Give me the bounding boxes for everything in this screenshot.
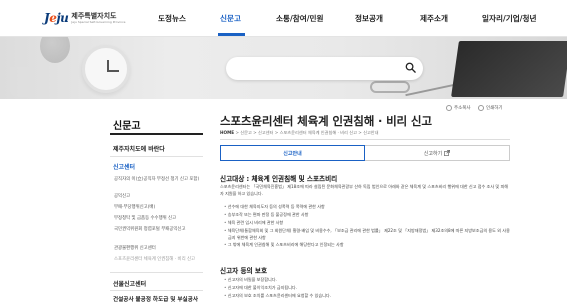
search-input[interactable] [236, 60, 396, 77]
clock-decoration [82, 45, 130, 93]
copy-address-button[interactable]: 주소복사 [446, 105, 471, 111]
sidebar-subitem-sports-ethics[interactable]: 스포츠윤리센터 체육계 인권침해 · 비리 신고 [114, 256, 202, 264]
gnb-item-news[interactable]: 도정뉴스 [158, 13, 186, 24]
target-list-item: 승부조작 또는 편파 판정 등 불공정에 관한 사항 [223, 212, 510, 219]
pen-decoration [405, 83, 455, 97]
sidebar-item-construction[interactable]: 건설공사 불공정 하도급 및 부실공사 [113, 295, 198, 303]
protection-list-item: 신고자의 보호 조치를 스포츠윤리센터에 요청할 수 있습니다. [223, 293, 510, 300]
tab-report-submit-label: 신고하기 [423, 150, 443, 157]
print-icon [478, 105, 484, 111]
section-intro-text: 스포츠윤리센터는 「국민체육진흥법」 제18조에 따라 설립된 문화체육관광부 … [220, 184, 508, 196]
sidebar-title-rule [110, 133, 203, 135]
protection-list-item: 신고자에 대한 불이익조치가 금지됩니다. [223, 285, 510, 292]
site-header: Jeju 제주특별자치도 Jeju Special Self-Governing… [0, 0, 567, 37]
sidebar-subitem-solicitation[interactable]: 부정청탁 및 금품등 수수행위 신고 [114, 215, 202, 223]
tab-report-guide-label: 신고안내 [283, 150, 302, 157]
plant-decoration [40, 37, 70, 63]
glasses-decoration [370, 81, 410, 93]
gnb-item-open-info[interactable]: 정보공개 [355, 13, 383, 24]
copy-address-label: 주소복사 [454, 106, 471, 111]
cup-decoration [10, 67, 36, 97]
sidebar-subitem-public-interest[interactable]: 공익신고 [114, 193, 202, 201]
gnb-item-jobs[interactable]: 일자리/기업/청년 [482, 13, 536, 24]
search-icon [405, 62, 416, 73]
search-bar [226, 57, 423, 80]
sidebar-item-wishes[interactable]: 제주자치도에 바란다 [113, 144, 165, 153]
share-icon [446, 105, 452, 111]
breadcrumb-path: > 신문고 > 신고센터 > 스포츠윤리센터 체육계 인권침해 · 비리 신고 … [235, 130, 379, 135]
search-button[interactable] [402, 60, 419, 77]
target-list-item: 체육 관련 입시 비리에 관한 사항 [223, 220, 510, 227]
section-title-protection: 신고자 등의 보호 [220, 267, 268, 275]
page-title: 스포츠윤리센터 체육계 인권침해 · 비리 신고 [220, 114, 432, 128]
sidebar: 신문고 제주자치도에 바란다 신고센터 공직자의 이(立)공직자 부정선 청기 … [110, 99, 203, 306]
tab-report-submit[interactable]: 신고하기 [365, 145, 510, 161]
sidebar-title: 신문고 [113, 121, 141, 132]
target-list-item: 선수에 대한 체육지도자 등의 성폭력 등 폭력에 관한 사항 [223, 204, 510, 211]
gnb-active-indicator [218, 33, 245, 36]
sidebar-subitem-tourism[interactable]: 관광불편행위 신고센터 [114, 245, 202, 253]
sidebar-divider [110, 272, 203, 273]
gnb-item-jeju-intro[interactable]: 제주소개 [420, 13, 448, 24]
sidebar-subitem-corruption[interactable]: 부패·부당행위신고(배) [114, 204, 202, 212]
sidebar-subitem-acrc-portal[interactable]: 국민권익위원회 청렴포털 부패공익신고 [114, 226, 202, 234]
sidebar-divider [110, 290, 203, 291]
protection-list-item: 신고자의 비밀을 보장합니다. [223, 277, 510, 284]
breadcrumb: HOME > 신문고 > 신고센터 > 스포츠윤리센터 체육계 인권침해 · 비… [220, 130, 379, 136]
gnb-item-participation[interactable]: 소통/참여/민원 [276, 13, 323, 24]
external-link-icon [444, 150, 451, 156]
content-tabs: 신고안내 신고하기 [220, 145, 510, 161]
sidebar-divider [110, 156, 203, 157]
sidebar-item-report-center[interactable]: 신고센터 [113, 162, 135, 171]
breadcrumb-home[interactable]: HOME [220, 130, 234, 135]
section-title-target: 신고대상 : 체육계 인권침해 및 스포츠비리 [220, 175, 338, 183]
sidebar-subitem-official-misconduct[interactable]: 공직자의 이(立)공직자 부정선 청기 신고 포함) [114, 176, 202, 184]
tab-report-guide[interactable]: 신고안내 [220, 145, 365, 161]
title-divider [220, 139, 510, 140]
main-navigation: 도정뉴스 신문고 소통/참여/민원 정보공개 제주소개 일자리/기업/청년 [0, 0, 567, 37]
main-content: 주소복사 인쇄하기 스포츠윤리센터 체육계 인권침해 · 비리 신고 HOME … [220, 99, 510, 306]
gnb-item-sinmungo[interactable]: 신문고 [220, 13, 241, 24]
print-button[interactable]: 인쇄하기 [478, 105, 503, 111]
print-label: 인쇄하기 [486, 106, 503, 111]
target-list-item: 체육단체(통합체육회 및 그 회원단체) 횡령·배임 및 비용수수, 「보조금 … [223, 228, 510, 242]
sidebar-item-gift-report[interactable]: 선물신고센터 [113, 279, 146, 288]
laptop-decoration [451, 41, 567, 97]
target-list-item: 그 밖에 체육계 인권침해 및 스포츠비리에 해당한다고 인정되는 사항 [223, 242, 510, 249]
